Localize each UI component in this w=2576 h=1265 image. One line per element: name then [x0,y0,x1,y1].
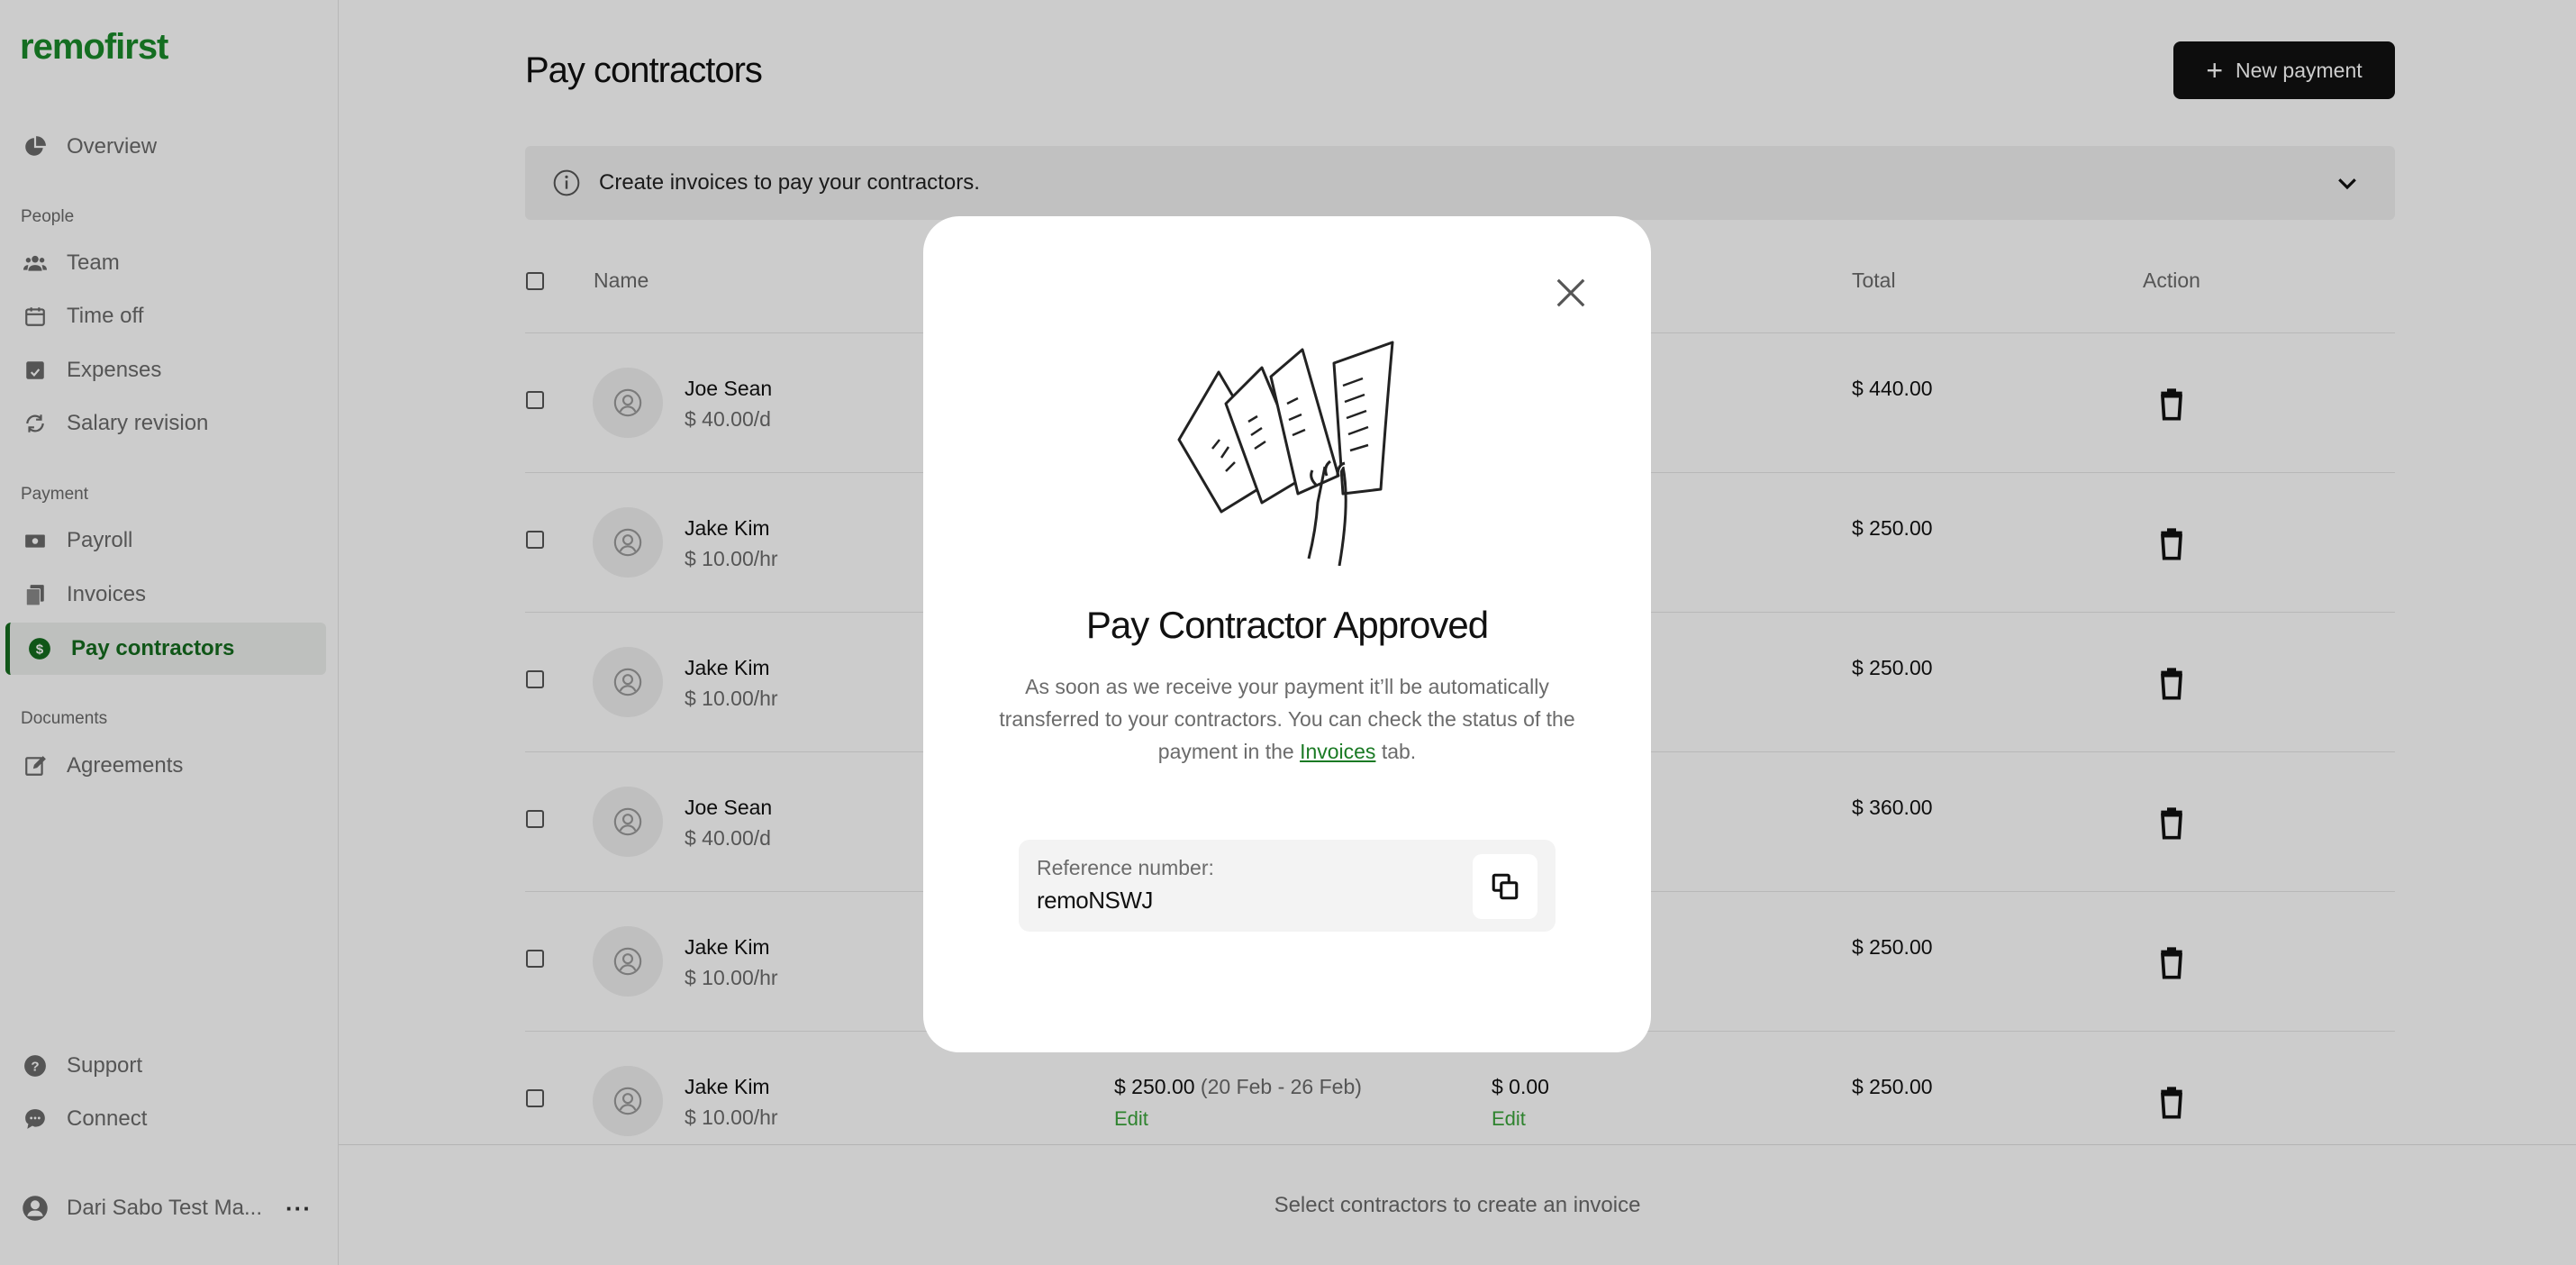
modal-desc-suffix: tab. [1375,740,1417,763]
invoices-link[interactable]: Invoices [1300,740,1375,763]
reference-label: Reference number: [1037,856,1214,879]
modal-description: As soon as we receive your payment it’ll… [977,670,1597,768]
copy-button[interactable] [1473,854,1537,919]
documents-illustration [1177,341,1394,566]
reference-value: remoNSWJ [1037,887,1153,914]
modal-title: Pay Contractor Approved [1085,604,1489,646]
reference-number-box: Reference number: remoNSWJ [1019,840,1556,932]
modal-desc-text: As soon as we receive your payment it’ll… [999,675,1575,763]
approval-modal: Pay Contractor Approved As soon as we re… [923,216,1651,1052]
close-icon[interactable] [1554,276,1588,310]
copy-icon [1492,873,1519,900]
